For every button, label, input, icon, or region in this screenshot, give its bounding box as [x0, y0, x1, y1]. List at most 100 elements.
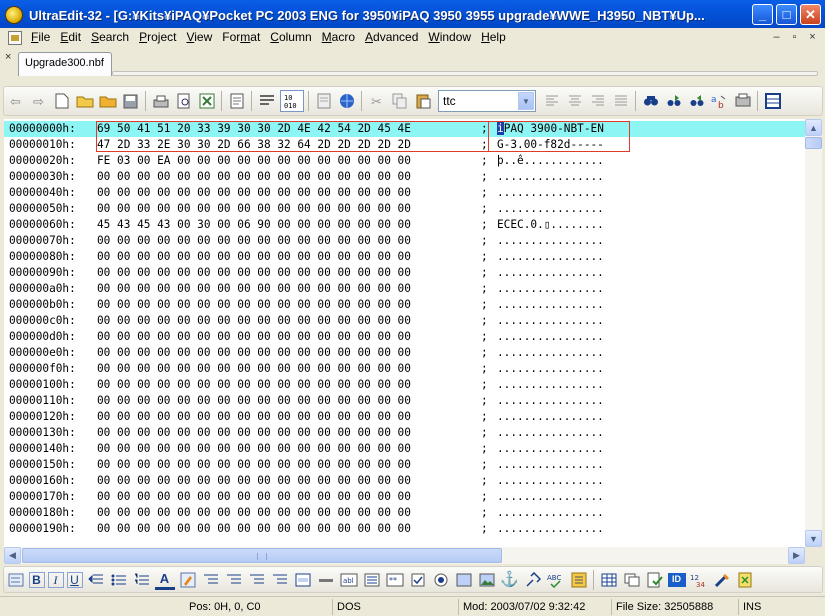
number-icon[interactable]: 12 34: [689, 570, 709, 590]
indent-4-icon[interactable]: [270, 570, 290, 590]
find-combo[interactable]: ttc ▼: [438, 90, 536, 112]
script-icon[interactable]: [735, 570, 755, 590]
minimize-button[interactable]: _: [752, 4, 773, 25]
hex-row[interactable]: 00000100h: 00 00 00 00 00 00 00 00 00 00 …: [4, 377, 805, 393]
menu-macro[interactable]: Macro: [317, 29, 360, 46]
document-icon[interactable]: [8, 30, 22, 45]
open-folder-icon[interactable]: [75, 91, 95, 111]
menu-project[interactable]: Project: [134, 29, 181, 46]
link-icon[interactable]: [523, 570, 543, 590]
justify-icon[interactable]: [611, 91, 631, 111]
mdi-close-button[interactable]: ×: [805, 30, 820, 44]
hex-row[interactable]: 00000000h: 69 50 41 51 20 33 39 30 30 2D …: [4, 121, 805, 137]
align-center-icon[interactable]: [565, 91, 585, 111]
maximize-button[interactable]: □: [776, 4, 797, 25]
insert-object-icon[interactable]: [569, 570, 589, 590]
hex-row[interactable]: 000000e0h: 00 00 00 00 00 00 00 00 00 00 …: [4, 345, 805, 361]
table-icon[interactable]: [599, 570, 619, 590]
scroll-left-icon[interactable]: ◀: [4, 547, 21, 564]
list-box-icon[interactable]: [362, 570, 382, 590]
spell-check-icon[interactable]: ABC: [546, 570, 566, 590]
indent-icon[interactable]: [201, 570, 221, 590]
hex-row[interactable]: 00000050h: 00 00 00 00 00 00 00 00 00 00 …: [4, 201, 805, 217]
menu-column[interactable]: Column: [265, 29, 316, 46]
menu-format[interactable]: Format: [217, 29, 265, 46]
hex-row[interactable]: 00000110h: 00 00 00 00 00 00 00 00 00 00 …: [4, 393, 805, 409]
hex-row[interactable]: 000000c0h: 00 00 00 00 00 00 00 00 00 00 …: [4, 313, 805, 329]
paste-icon[interactable]: [413, 91, 433, 111]
find-prev-icon[interactable]: [687, 91, 707, 111]
hex-row[interactable]: 00000020h: FE 03 00 EA 00 00 00 00 00 00 …: [4, 153, 805, 169]
validate-icon[interactable]: [645, 570, 665, 590]
menu-advanced[interactable]: Advanced: [360, 29, 423, 46]
hex-row[interactable]: 00000120h: 00 00 00 00 00 00 00 00 00 00 …: [4, 409, 805, 425]
align-left-icon[interactable]: [542, 91, 562, 111]
outdent-icon[interactable]: [86, 570, 106, 590]
horizontal-rule-icon[interactable]: [316, 570, 336, 590]
image-field-icon[interactable]: [454, 570, 474, 590]
menu-edit[interactable]: Edit: [55, 29, 86, 46]
page-setup-icon[interactable]: [314, 91, 334, 111]
hex-row[interactable]: 00000180h: 00 00 00 00 00 00 00 00 00 00 …: [4, 505, 805, 521]
hex-mode-icon[interactable]: 10 010: [279, 90, 304, 112]
find-in-files-icon[interactable]: [733, 91, 753, 111]
ultraedit-app-icon[interactable]: [5, 6, 23, 24]
copy-icon[interactable]: [390, 91, 410, 111]
hex-row[interactable]: 00000140h: 00 00 00 00 00 00 00 00 00 00 …: [4, 441, 805, 457]
print-icon[interactable]: [151, 91, 171, 111]
hex-editor-pane[interactable]: 00000000h: 69 50 41 51 20 33 39 30 30 2D …: [4, 119, 805, 547]
hex-row[interactable]: 00000060h: 45 43 45 43 00 30 00 06 90 00 …: [4, 217, 805, 233]
vertical-scroll-thumb[interactable]: [805, 137, 822, 149]
cut-icon[interactable]: ✂: [367, 91, 387, 111]
bold-icon[interactable]: B: [28, 571, 45, 588]
hex-row[interactable]: 00000160h: 00 00 00 00 00 00 00 00 00 00 …: [4, 473, 805, 489]
form-icon[interactable]: [293, 570, 313, 590]
scroll-right-icon[interactable]: ▶: [788, 547, 805, 564]
hex-row[interactable]: 00000190h: 00 00 00 00 00 00 00 00 00 00 …: [4, 521, 805, 537]
align-right-icon[interactable]: [588, 91, 608, 111]
hex-row[interactable]: 00000030h: 00 00 00 00 00 00 00 00 00 00 …: [4, 169, 805, 185]
word-wrap-icon[interactable]: [257, 91, 277, 111]
close-button[interactable]: ✕: [800, 4, 821, 25]
hex-row[interactable]: 00000090h: 00 00 00 00 00 00 00 00 00 00 …: [4, 265, 805, 281]
menu-window[interactable]: Window: [423, 29, 476, 46]
horizontal-scroll-thumb[interactable]: [22, 548, 502, 563]
document-properties-icon[interactable]: [227, 91, 247, 111]
window-layout-icon[interactable]: [763, 91, 783, 111]
save-icon[interactable]: [121, 91, 141, 111]
copy-table-icon[interactable]: [622, 570, 642, 590]
mdi-restore-button[interactable]: ▫: [787, 30, 802, 44]
replace-icon[interactable]: ab: [710, 91, 730, 111]
find-next-icon[interactable]: [664, 91, 684, 111]
new-file-icon[interactable]: [52, 91, 72, 111]
hex-row[interactable]: 00000150h: 00 00 00 00 00 00 00 00 00 00 …: [4, 457, 805, 473]
menu-search[interactable]: Search: [86, 29, 134, 46]
numbered-list-icon[interactable]: [132, 570, 152, 590]
underline-icon[interactable]: U: [66, 571, 83, 588]
hex-row[interactable]: 00000040h: 00 00 00 00 00 00 00 00 00 00 …: [4, 185, 805, 201]
indent-3-icon[interactable]: [247, 570, 267, 590]
password-field-icon[interactable]: **: [385, 570, 405, 590]
italic-icon[interactable]: I: [47, 571, 64, 588]
indent-2-icon[interactable]: [224, 570, 244, 590]
scroll-up-icon[interactable]: ▲: [805, 119, 822, 136]
find-value[interactable]: ttc: [439, 94, 518, 108]
title-bar[interactable]: UltraEdit-32 - [G:¥Kits¥iPAQ¥Pocket PC 2…: [0, 0, 825, 30]
menu-view[interactable]: View: [181, 29, 217, 46]
hex-row[interactable]: 00000130h: 00 00 00 00 00 00 00 00 00 00 …: [4, 425, 805, 441]
text-box-icon[interactable]: abl: [339, 570, 359, 590]
anchor-icon[interactable]: ⚓: [500, 570, 520, 590]
open-folder-2-icon[interactable]: [98, 91, 118, 111]
hex-row[interactable]: 000000b0h: 00 00 00 00 00 00 00 00 00 00 …: [4, 297, 805, 313]
format-icon[interactable]: [6, 570, 26, 590]
font-color-icon[interactable]: A: [154, 570, 175, 590]
checkbox-icon[interactable]: [408, 570, 428, 590]
spreadsheet-icon[interactable]: [197, 91, 217, 111]
hex-row[interactable]: 000000a0h: 00 00 00 00 00 00 00 00 00 00 …: [4, 281, 805, 297]
menu-help[interactable]: Help: [476, 29, 511, 46]
picture-icon[interactable]: [477, 570, 497, 590]
scroll-down-icon[interactable]: ▼: [805, 530, 822, 547]
hex-row[interactable]: 000000d0h: 00 00 00 00 00 00 00 00 00 00 …: [4, 329, 805, 345]
tools-icon[interactable]: [712, 570, 732, 590]
horizontal-scrollbar[interactable]: ◀ ▶: [4, 547, 805, 564]
